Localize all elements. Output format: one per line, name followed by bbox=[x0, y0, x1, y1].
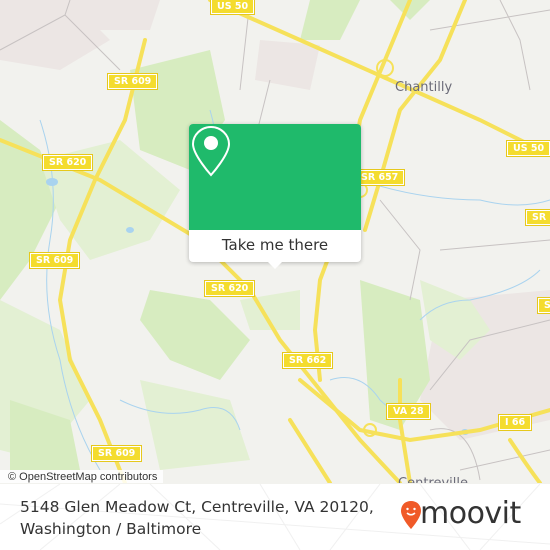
road-shield-sr657: SR 657 bbox=[353, 169, 406, 186]
map-attribution[interactable]: © OpenStreetMap contributors bbox=[0, 470, 164, 483]
destination-popup: Take me there bbox=[189, 124, 361, 269]
road-shield-sr620: SR 620 bbox=[203, 280, 256, 297]
road-shield-sr662: SR 662 bbox=[281, 352, 334, 369]
road-shield-sr620-west: SR 620 bbox=[41, 154, 94, 171]
map-view[interactable]: US 50 US 50 SR 609 SR 620 SR 609 SR 657 … bbox=[0, 0, 550, 483]
address-text: 5148 Glen Meadow Ct, Centreville, VA 201… bbox=[20, 496, 374, 540]
road-shield-i66: I 66 bbox=[497, 414, 533, 431]
road-shield-sr-east: SR bbox=[524, 209, 550, 226]
road-shield-sr609-west: SR 609 bbox=[28, 252, 81, 269]
road-shield-us50-east: US 50 bbox=[505, 140, 550, 157]
moovit-pin-icon bbox=[401, 501, 421, 529]
road-shield-va28: VA 28 bbox=[386, 403, 431, 420]
address-line-2: Washington / Baltimore bbox=[20, 520, 202, 538]
address-line-1: 5148 Glen Meadow Ct, Centreville, VA 201… bbox=[20, 498, 374, 516]
road-shield-sr609-south: SR 609 bbox=[90, 445, 143, 462]
map-pin-icon bbox=[191, 125, 231, 177]
city-label-chantilly: Chantilly bbox=[395, 80, 453, 95]
road-shield-us50: US 50 bbox=[209, 0, 256, 15]
popup-pointer bbox=[267, 261, 283, 269]
take-me-there-button[interactable]: Take me there bbox=[189, 230, 361, 262]
popup-header bbox=[189, 124, 361, 230]
footer-bar: 5148 Glen Meadow Ct, Centreville, VA 201… bbox=[0, 484, 550, 550]
brand-name: moovit bbox=[420, 496, 521, 531]
city-label-centreville: Centreville bbox=[398, 476, 468, 483]
road-shield-sr609-north: SR 609 bbox=[106, 73, 159, 90]
road-shield-sr-east-2: S bbox=[537, 297, 550, 314]
